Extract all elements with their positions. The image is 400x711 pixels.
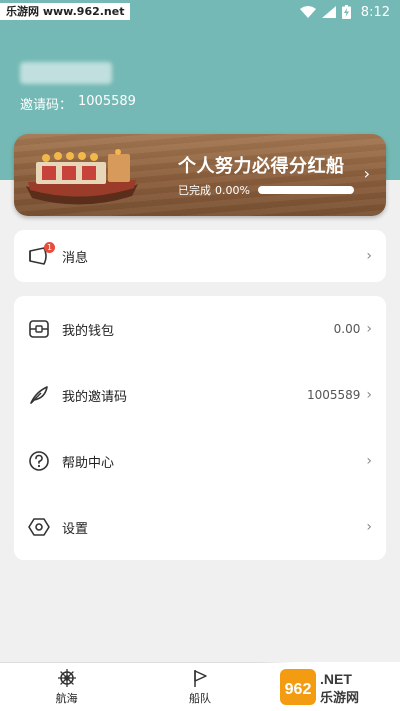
- chevron-right-icon: ›: [366, 248, 372, 264]
- tab-voyage[interactable]: 航海: [0, 663, 133, 711]
- settings-label: 设置: [62, 521, 89, 537]
- help-label: 帮助中心: [62, 455, 115, 471]
- menu-card: 我的钱包 0.00 › 我的邀请码 1005589 › 帮助中心 › 设置 ›: [14, 296, 386, 560]
- flag-icon: [194, 670, 207, 687]
- messages-label: 消息: [62, 250, 89, 266]
- svg-text:乐游网: 乐游网: [320, 690, 359, 706]
- chevron-right-icon: ›: [366, 519, 372, 535]
- unread-badge: 1: [44, 242, 55, 253]
- status-bar: 乐游网 www.962.net 8:12: [0, 0, 400, 26]
- site-logo-overlay: 962 .NET 乐游网: [260, 662, 400, 711]
- menu-item-wallet[interactable]: 我的钱包 0.00 ›: [14, 296, 386, 362]
- tab-fleet-label: 船队: [188, 692, 211, 705]
- invite-code-line: 邀请码： 1005589: [20, 94, 136, 113]
- wifi-icon: [299, 6, 316, 18]
- invite-code-label: 邀请码：: [20, 98, 73, 113]
- site-logo: 962 .NET 乐游网: [280, 668, 359, 706]
- clock: 8:12: [360, 4, 390, 20]
- menu-item-help[interactable]: 帮助中心 ›: [14, 428, 386, 494]
- menu-item-messages[interactable]: 1 消息 ›: [14, 230, 386, 282]
- chevron-right-icon: ›: [366, 387, 372, 403]
- wallet-icon: [28, 318, 50, 340]
- invite-code-value: 1005589: [78, 94, 136, 109]
- settings-hexagon-icon: [28, 516, 50, 538]
- ship-illustration: [26, 149, 138, 205]
- site-watermark: 乐游网 www.962.net: [0, 3, 131, 20]
- invite-code-menu-value: 1005589: [306, 388, 361, 402]
- svg-text:962: 962: [285, 681, 312, 698]
- helm-icon: [57, 669, 76, 687]
- menu-item-invite-code[interactable]: 我的邀请码 1005589 ›: [14, 362, 386, 428]
- app-screen: 乐游网 www.962.net 8:12 邀请码： 1005589 个人努力必得…: [0, 0, 400, 711]
- battery-charging-icon: [341, 5, 351, 19]
- feather-icon: [28, 384, 50, 406]
- wallet-label: 我的钱包: [62, 323, 115, 339]
- help-circle-icon: [28, 450, 50, 472]
- tab-fleet[interactable]: 船队: [133, 663, 266, 711]
- progress-value: 0.00%: [215, 183, 250, 197]
- signal-icon: [321, 6, 336, 18]
- chevron-right-icon: ›: [366, 453, 372, 469]
- messages-card: 1 消息 ›: [14, 230, 386, 282]
- tab-voyage-label: 航海: [55, 692, 78, 705]
- status-icons: 8:12: [299, 3, 390, 21]
- dividend-ship-banner[interactable]: 个人努力必得分红船 已完成 0.00% ›: [14, 134, 386, 216]
- username-blurred: [20, 62, 112, 84]
- chevron-right-icon: ›: [366, 321, 372, 337]
- banner-title: 个人努力必得分红船: [178, 156, 345, 177]
- wallet-balance: 0.00: [333, 322, 361, 336]
- progress-label: 已完成: [178, 184, 211, 197]
- invite-code-menu-label: 我的邀请码: [62, 389, 128, 405]
- chevron-right-icon: ›: [363, 164, 370, 183]
- menu-item-settings[interactable]: 设置 ›: [14, 494, 386, 560]
- svg-text:.NET: .NET: [320, 671, 352, 687]
- progress-row: 已完成 0.00%: [178, 182, 354, 198]
- progress-bar: [257, 186, 354, 194]
